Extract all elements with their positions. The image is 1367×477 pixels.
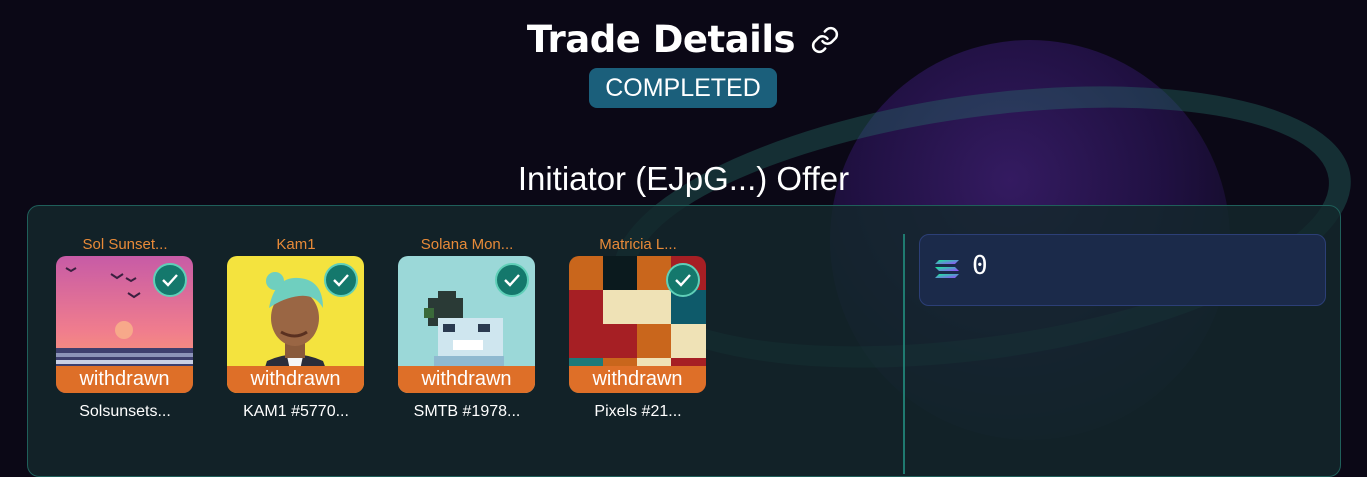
offer-section-title: Initiator (EJpG...) Offer [517, 160, 850, 197]
check-icon [495, 263, 529, 297]
panel-divider [903, 234, 905, 474]
sol-amount: 0 [972, 251, 988, 281]
nft-thumbnail[interactable]: withdrawn [56, 256, 193, 393]
nft-collection-name: Sol Sunset... [82, 236, 168, 253]
nft-label: SMTB #1978... [413, 403, 521, 420]
withdrawn-badge: withdrawn [398, 366, 535, 393]
sol-amount-box[interactable]: 0 [919, 234, 1326, 306]
nft-card[interactable]: Matricia L... withdrawn Pixels #21... [568, 234, 708, 421]
nft-card[interactable]: Kam1 withdrawn KAM1 #5770... [226, 234, 366, 421]
nft-collection-name: Solana Mon... [420, 236, 514, 253]
nft-collection-name: Kam1 [276, 236, 316, 253]
page-title: Trade Details [526, 18, 796, 61]
title-row: Trade Details [0, 18, 1367, 61]
offer-panel: Sol Sunset... withdrawn Solsunsets... Ka… [27, 205, 1341, 477]
nft-card[interactable]: Sol Sunset... withdrawn Solsunsets... [55, 234, 195, 421]
nft-thumbnail[interactable]: withdrawn [227, 256, 364, 393]
nft-label: KAM1 #5770... [243, 403, 349, 420]
withdrawn-badge: withdrawn [569, 366, 706, 393]
check-icon [666, 263, 700, 297]
link-icon[interactable] [810, 25, 840, 55]
check-icon [153, 263, 187, 297]
withdrawn-badge: withdrawn [56, 366, 193, 393]
nft-thumbnail[interactable]: withdrawn [398, 256, 535, 393]
solana-icon [934, 259, 960, 283]
nft-label: Pixels #21... [594, 403, 682, 420]
withdrawn-badge: withdrawn [227, 366, 364, 393]
status-badge: COMPLETED [589, 68, 777, 108]
nft-collection-name: Matricia L... [599, 236, 677, 253]
nft-card[interactable]: Solana Mon... withdrawn SMTB #1978... [397, 234, 537, 421]
nft-label: Solsunsets... [79, 403, 171, 420]
check-icon [324, 263, 358, 297]
nft-thumbnail[interactable]: withdrawn [569, 256, 706, 393]
